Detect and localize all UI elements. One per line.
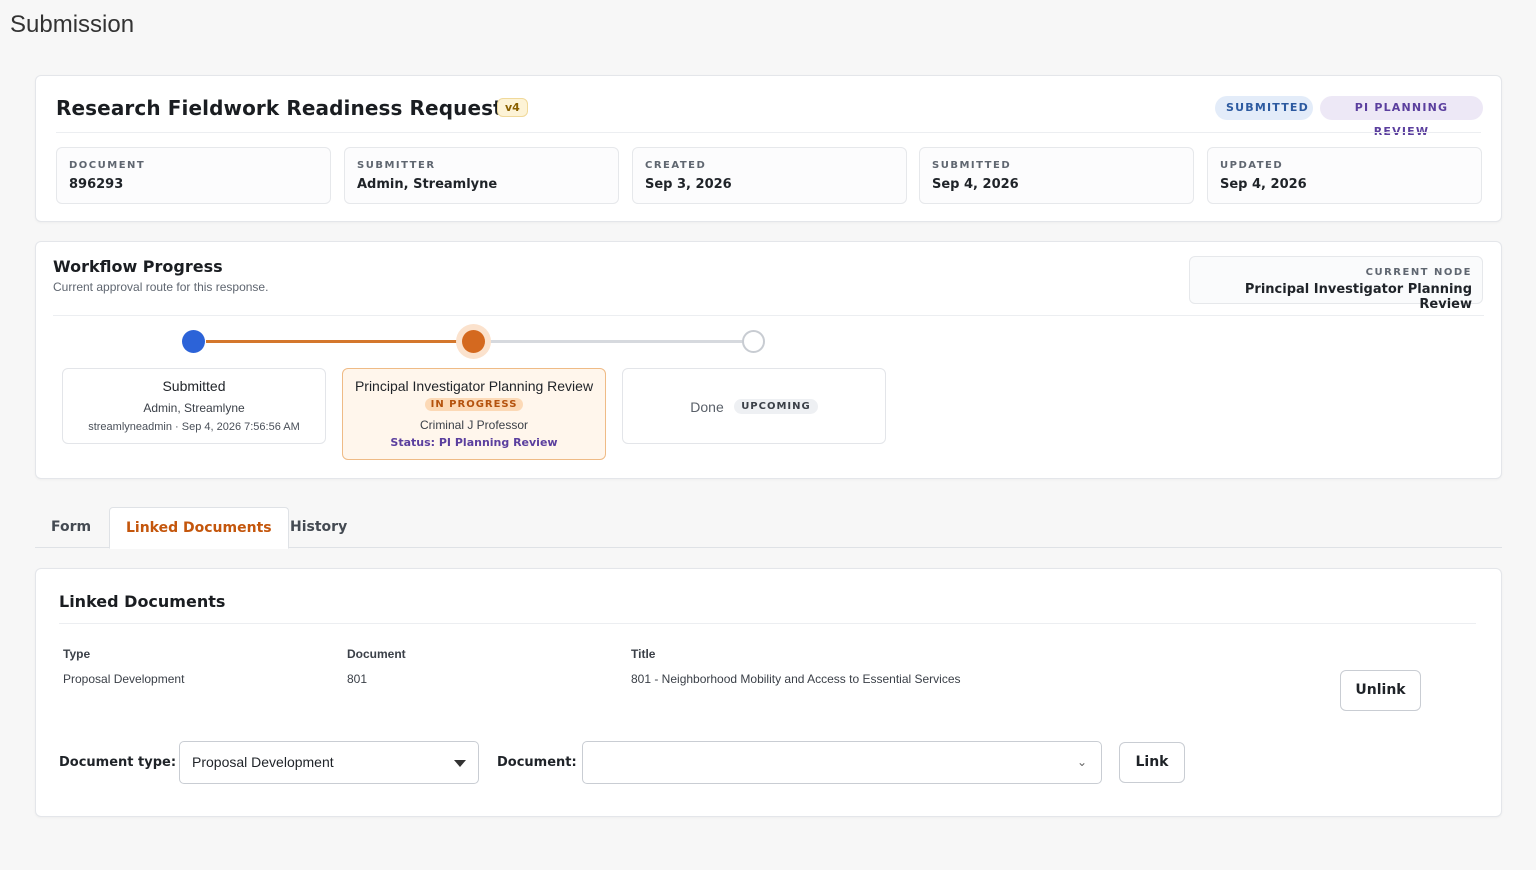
document-title: Research Fieldwork Readiness Request [56, 96, 503, 120]
tab-history[interactable]: History [274, 507, 363, 548]
current-node-panel: CURRENT NODE Principal Investigator Plan… [1189, 256, 1483, 312]
chevron-down-icon: ⌄ [1076, 755, 1087, 769]
upcoming-badge: UPCOMING [734, 399, 818, 415]
column-header-document: Document [347, 647, 406, 661]
meta-value: Sep 4, 2026 [1220, 177, 1307, 192]
step-meta: streamlyneadmin · Sep 4, 2026 7:56:56 AM [88, 421, 300, 433]
workflow-progress-card: Workflow Progress Current approval route… [35, 241, 1502, 479]
header-divider [56, 132, 1481, 133]
workflow-step-submitted: Submitted Admin, Streamlyne streamlynead… [62, 368, 326, 444]
meta-label: SUBMITTED [932, 160, 1012, 171]
workflow-step-done: Done UPCOMING [622, 368, 886, 444]
step-name: Principal Investigator Planning Review [354, 378, 594, 394]
workflow-subtitle: Current approval route for this response… [53, 280, 269, 294]
progress-track-complete [206, 340, 474, 343]
status-badge-submitted: SUBMITTED [1215, 96, 1313, 120]
column-header-type: Type [63, 647, 91, 661]
document-label: Document: [497, 755, 577, 770]
tab-form[interactable]: Form [35, 507, 107, 548]
meta-submitter: SUBMITTER Admin, Streamlyne [344, 147, 619, 204]
meta-label: UPDATED [1220, 160, 1284, 171]
unlink-button[interactable]: Unlink [1340, 670, 1421, 711]
document-type-label: Document type: [59, 755, 177, 770]
workflow-title: Workflow Progress [53, 257, 223, 276]
document-type-value: Proposal Development [192, 754, 334, 770]
linked-documents-title: Linked Documents [59, 592, 226, 611]
linked-documents-card: Linked Documents Type Document Title Pro… [35, 568, 1502, 817]
step-actor: Criminal J Professor [419, 418, 529, 432]
progress-track-pending [474, 340, 754, 343]
step-current-dot-icon [456, 324, 491, 359]
step-name: Submitted [162, 378, 226, 394]
meta-label: SUBMITTER [357, 160, 436, 171]
meta-submitted: SUBMITTED Sep 4, 2026 [919, 147, 1194, 204]
workflow-divider [53, 315, 1484, 316]
step-upcoming-dot-icon [742, 330, 765, 353]
caret-down-icon [454, 760, 466, 767]
column-header-title: Title [631, 647, 656, 661]
meta-document: DOCUMENT 896293 [56, 147, 331, 204]
step-actor: Admin, Streamlyne [143, 401, 245, 415]
tab-bar: Form Linked Documents History [35, 507, 1502, 549]
meta-value: Sep 3, 2026 [645, 177, 732, 192]
step-status: Status: PI Planning Review [390, 436, 558, 449]
meta-label: CREATED [645, 160, 707, 171]
cell-title: 801 - Neighborhood Mobility and Access t… [631, 672, 961, 686]
current-node-label: CURRENT NODE [1365, 267, 1472, 278]
submission-header-card: Research Fieldwork Readiness Request v4 … [35, 75, 1502, 222]
step-complete-dot-icon [182, 330, 205, 353]
cell-type: Proposal Development [63, 672, 185, 686]
document-select[interactable]: ⌄ [582, 741, 1102, 784]
page-title: Submission [10, 11, 135, 38]
workflow-step-pi-review: Principal Investigator Planning Review I… [342, 368, 606, 460]
meta-value: 896293 [69, 177, 124, 192]
linked-divider [59, 623, 1476, 624]
meta-value: Admin, Streamlyne [357, 177, 498, 192]
current-node-value: Principal Investigator Planning Review [1244, 282, 1472, 312]
status-badge-review: PI PLANNING REVIEW [1320, 96, 1483, 138]
cell-document: 801 [347, 672, 368, 686]
link-button[interactable]: Link [1119, 742, 1185, 783]
meta-label: DOCUMENT [69, 160, 146, 171]
tab-linked-documents[interactable]: Linked Documents [109, 507, 289, 549]
meta-value: Sep 4, 2026 [932, 177, 1019, 192]
version-badge: v4 [497, 98, 528, 117]
meta-created: CREATED Sep 3, 2026 [632, 147, 907, 204]
document-type-select[interactable]: Proposal Development [179, 741, 479, 784]
meta-updated: UPDATED Sep 4, 2026 [1207, 147, 1482, 204]
step-name: Done [690, 398, 724, 415]
in-progress-badge: IN PROGRESS [424, 398, 524, 411]
